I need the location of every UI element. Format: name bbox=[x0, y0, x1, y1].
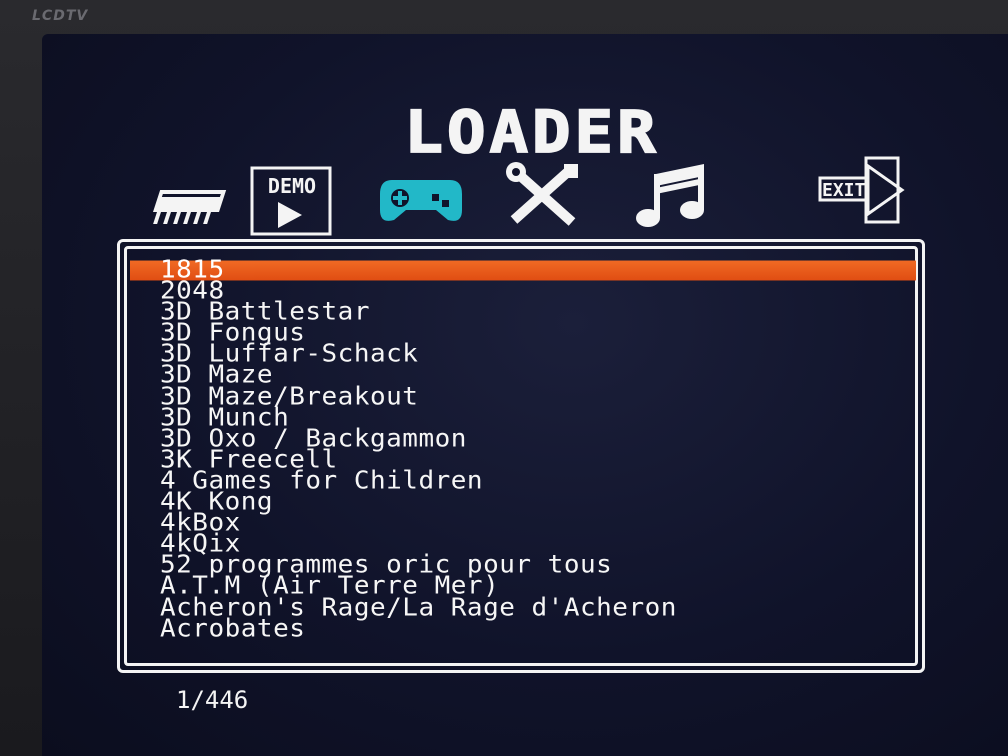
page-counter: 1/446 bbox=[176, 686, 249, 714]
list-item[interactable]: Acrobates bbox=[130, 616, 916, 641]
tv-brand-logo: LCDTV bbox=[32, 8, 89, 24]
music-note-icon bbox=[636, 164, 704, 227]
page-title: LOADER bbox=[403, 99, 660, 167]
demo-label: DEMO bbox=[267, 174, 317, 198]
tools-icon bbox=[506, 162, 578, 226]
toolbar-music[interactable] bbox=[632, 162, 712, 232]
exit-label: EXIT bbox=[822, 180, 866, 201]
toolbar-games[interactable] bbox=[378, 176, 464, 246]
list-item[interactable]: 1815 bbox=[130, 258, 916, 282]
toolbar-demo[interactable]: DEMO bbox=[250, 166, 334, 236]
toolbar-exit[interactable]: EXIT bbox=[818, 154, 910, 224]
loader-screen: LOADER DEMO EXIT 1815 2048 3D Battlestar… bbox=[42, 34, 1008, 756]
toolbar-chip[interactable] bbox=[140, 172, 230, 242]
list-item[interactable]: 4K Kong bbox=[130, 490, 916, 515]
list-item[interactable]: 4kBox bbox=[130, 511, 916, 536]
gamepad-icon bbox=[380, 180, 462, 221]
toolbar-tools[interactable] bbox=[504, 162, 584, 232]
chip-icon bbox=[153, 190, 227, 224]
game-list[interactable]: 1815 2048 3D Battlestar 3D Fongus 3D Luf… bbox=[130, 258, 916, 641]
